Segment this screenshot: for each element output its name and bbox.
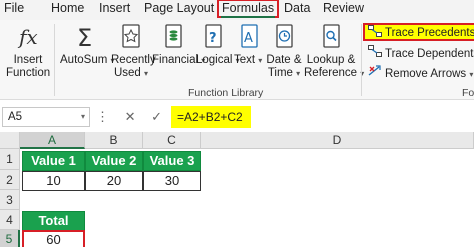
ribbon-divider <box>361 24 362 96</box>
trace-dependents-button[interactable]: Trace Dependents <box>368 45 474 63</box>
cell-b2[interactable]: 20 <box>85 171 143 191</box>
column-header-d[interactable]: D <box>201 132 474 149</box>
financial-button[interactable]: Financial ▾ <box>152 22 205 67</box>
ribbon-tabs: File Home Insert Page Layout Formulas Da… <box>0 0 474 20</box>
insert-function-label-2: Function <box>6 67 51 79</box>
tab-review[interactable]: Review <box>323 0 364 17</box>
date-time-label-1: Date & <box>266 54 302 66</box>
chevron-down-icon: ▾ <box>296 69 301 78</box>
chevron-down-icon: ▾ <box>469 70 474 80</box>
tab-insert[interactable]: Insert <box>99 0 130 17</box>
trace-dependents-label: Trace Dependents <box>385 48 474 61</box>
svg-text:fx: fx <box>17 25 38 49</box>
trace-precedents-icon <box>368 25 382 41</box>
tab-formulas[interactable]: Formulas <box>217 0 280 18</box>
more-options-icon[interactable]: ⋮ <box>96 107 109 127</box>
remove-arrows-icon <box>368 65 382 83</box>
autosum-label: AutoSum <box>60 54 108 66</box>
recently-used-label-1: Recently <box>111 54 156 66</box>
group-label-formula-auditing-fragment: Fo <box>462 87 474 99</box>
chevron-down-icon[interactable]: ▾ <box>81 108 85 126</box>
cell-a1[interactable]: Value 1 <box>22 151 85 171</box>
logical-button[interactable]: ? Logical ▾ <box>196 22 240 67</box>
tab-file[interactable]: File <box>4 0 24 17</box>
cell-a4[interactable]: Total <box>22 211 85 231</box>
logical-label: Logical <box>196 54 233 66</box>
chevron-down-icon: ▾ <box>144 69 149 78</box>
row-header-1[interactable]: 1 <box>0 149 20 170</box>
insert-function-button[interactable]: fx Insert Function <box>6 22 50 80</box>
trace-precedents-button[interactable]: Trace Precedents <box>363 23 474 41</box>
column-header-a[interactable]: A <box>20 132 85 149</box>
remove-arrows-label: Remove Arrows <box>385 68 467 81</box>
group-label-function-library: Function Library <box>188 87 264 99</box>
column-header-b[interactable]: B <box>85 132 143 149</box>
svg-text:A: A <box>244 31 253 46</box>
function-fx-icon: fx <box>6 22 50 52</box>
lookup-reference-button[interactable]: Lookup & Reference ▾ <box>304 22 364 80</box>
remove-arrows-button[interactable]: Remove Arrows ▾ <box>368 65 473 83</box>
coins-book-icon <box>152 22 194 52</box>
lookup-reference-label-1: Lookup & <box>306 54 356 66</box>
chevron-down-icon: ▾ <box>258 56 263 65</box>
star-book-icon <box>111 22 151 52</box>
name-box[interactable]: A5 ▾ <box>2 107 90 127</box>
formula-input[interactable]: =A2+B2+C2 <box>171 106 251 128</box>
trace-dependents-icon <box>368 45 382 63</box>
formula-bar: A5 ▾ ⋮ ✕ ✓ fx =A2+B2+C2 <box>0 105 474 129</box>
cell-a2[interactable]: 10 <box>22 171 85 191</box>
cell-c2[interactable]: 30 <box>143 171 201 191</box>
autosum-button[interactable]: Σ AutoSum ▾ <box>60 22 115 67</box>
row-header-5[interactable]: 5 <box>0 230 20 247</box>
svg-text:?: ? <box>209 31 217 46</box>
text-book-icon: A <box>234 22 262 52</box>
question-book-icon: ? <box>196 22 230 52</box>
financial-label: Financial <box>152 54 199 66</box>
ribbon: fx Insert Function Σ AutoSum ▾ Recently … <box>0 20 474 100</box>
tab-page-layout[interactable]: Page Layout <box>144 0 214 17</box>
row-header-4[interactable]: 4 <box>0 210 20 230</box>
date-time-button[interactable]: Date & Time ▾ <box>266 22 302 80</box>
date-time-label-2: Time <box>267 67 293 79</box>
recently-used-button[interactable]: Recently Used ▾ <box>111 22 156 80</box>
sigma-icon: Σ <box>60 22 112 52</box>
insert-function-label-1: Insert <box>13 54 43 66</box>
cell-a5[interactable]: 60 <box>22 230 85 247</box>
text-label: Text <box>234 54 256 66</box>
tab-data[interactable]: Data <box>284 0 310 17</box>
enter-icon[interactable]: ✓ <box>151 107 162 127</box>
lookup-reference-label-2: Reference <box>304 67 358 79</box>
cell-c1[interactable]: Value 3 <box>143 151 201 171</box>
clock-book-icon <box>266 22 302 52</box>
magnifier-book-icon <box>304 22 358 52</box>
cell-b1[interactable]: Value 2 <box>85 151 143 171</box>
tab-home[interactable]: Home <box>51 0 84 17</box>
recently-used-label-2: Used <box>113 67 141 79</box>
row-header-2[interactable]: 2 <box>0 170 20 190</box>
cancel-icon[interactable]: ✕ <box>125 107 136 127</box>
row-header-3[interactable]: 3 <box>0 190 20 210</box>
text-button[interactable]: A Text ▾ <box>234 22 262 67</box>
svg-text:Σ: Σ <box>77 24 92 52</box>
ribbon-divider <box>54 24 55 96</box>
name-box-value: A5 <box>8 111 23 123</box>
trace-precedents-label: Trace Precedents <box>385 27 474 40</box>
select-all-corner[interactable] <box>0 132 20 149</box>
column-header-c[interactable]: C <box>143 132 201 149</box>
